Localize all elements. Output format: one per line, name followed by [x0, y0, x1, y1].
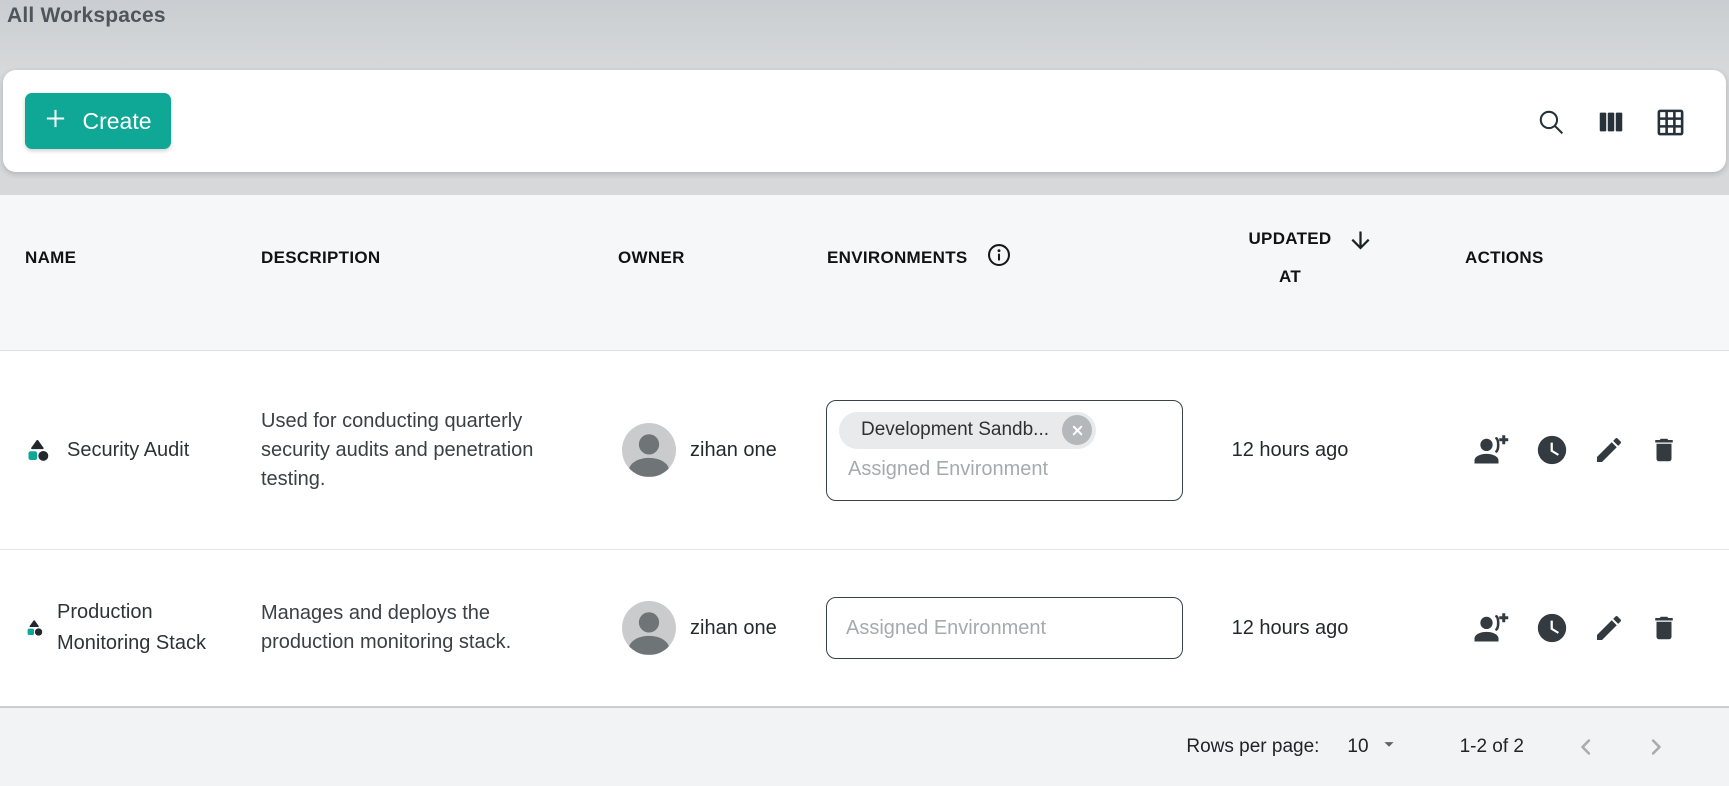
environment-select[interactable]: Assigned Environment [826, 597, 1183, 659]
table-row: Security Audit Used for conducting quart… [0, 351, 1729, 550]
view-columns-icon[interactable] [1596, 107, 1626, 137]
column-header-actions: ACTIONS [1395, 248, 1729, 298]
workspace-icon [25, 437, 52, 464]
pagination-bar: Rows per page: 10 1-2 of 2 [0, 707, 1729, 786]
environment-chip-label: Development Sandb... [861, 419, 1049, 441]
assign-user-icon[interactable] [1471, 432, 1511, 468]
grid-view-icon[interactable] [1655, 107, 1686, 138]
info-icon[interactable] [986, 242, 1012, 273]
workspaces-page: All Workspaces Create [0, 0, 1729, 786]
table-row: Production Monitoring Stack Manages and … [0, 550, 1729, 707]
pagination-range: 1-2 of 2 [1460, 736, 1524, 758]
sort-desc-arrow-icon [1347, 227, 1374, 268]
column-header-updated-at[interactable]: UPDATED AT [1185, 220, 1395, 326]
name-cell: Production Monitoring Stack [0, 597, 237, 659]
description-cell: Used for conducting quarterly security a… [237, 407, 593, 494]
workspace-icon [25, 618, 45, 638]
actions-cell [1395, 432, 1729, 468]
updated-at-line2: AT [1279, 258, 1301, 296]
owner-cell: zihan one [593, 601, 785, 655]
description-cell: Manages and deploys the production monit… [237, 599, 593, 657]
rows-per-page-value: 10 [1347, 736, 1368, 758]
remove-environment-icon[interactable] [1062, 415, 1092, 445]
workspaces-table: NAME DESCRIPTION OWNER ENVIRONMENTS UPDA… [0, 195, 1729, 786]
updated-at-line1: UPDATED [1248, 220, 1331, 258]
owner-name: zihan one [690, 617, 777, 640]
table-header-row: NAME DESCRIPTION OWNER ENVIRONMENTS UPDA… [0, 195, 1729, 351]
page-title: All Workspaces [7, 4, 166, 28]
caret-down-icon [1378, 733, 1400, 761]
environment-placeholder: Assigned Environment [848, 458, 1170, 481]
next-page-icon[interactable] [1642, 733, 1670, 761]
rows-per-page-select[interactable]: 10 [1347, 733, 1399, 761]
workspace-description: Manages and deploys the production monit… [261, 599, 531, 657]
environments-cell: Assigned Environment [785, 597, 1185, 659]
toolbar-icon-group [1536, 107, 1686, 138]
edit-icon[interactable] [1593, 434, 1625, 466]
workspace-name: Security Audit [67, 435, 189, 466]
search-icon[interactable] [1536, 107, 1567, 138]
environments-cell: Development Sandb... Assigned Environmen… [785, 400, 1185, 501]
environment-select[interactable]: Development Sandb... Assigned Environmen… [826, 400, 1183, 501]
history-icon[interactable] [1535, 611, 1569, 645]
create-button-label: Create [82, 108, 151, 135]
assign-user-icon[interactable] [1471, 610, 1511, 646]
avatar [622, 423, 676, 477]
history-icon[interactable] [1535, 433, 1569, 467]
updated-at-cell: 12 hours ago [1185, 439, 1395, 462]
environment-placeholder: Assigned Environment [846, 617, 1046, 640]
workspace-name: Production Monitoring Stack [57, 597, 227, 659]
column-header-description: DESCRIPTION [237, 248, 593, 298]
edit-icon[interactable] [1593, 612, 1625, 644]
updated-at-cell: 12 hours ago [1185, 617, 1395, 640]
avatar [622, 601, 676, 655]
previous-page-icon[interactable] [1572, 733, 1600, 761]
workspace-description: Used for conducting quarterly security a… [261, 407, 573, 494]
owner-name: zihan one [690, 439, 777, 462]
owner-cell: zihan one [593, 423, 785, 477]
column-header-name: NAME [0, 248, 237, 298]
plus-icon [44, 107, 67, 136]
environment-chip[interactable]: Development Sandb... [839, 412, 1096, 449]
rows-per-page-label: Rows per page: [1186, 736, 1319, 758]
column-header-environments-label: ENVIRONMENTS [827, 248, 968, 268]
actions-cell [1395, 610, 1729, 646]
create-button[interactable]: Create [25, 93, 171, 149]
column-header-environments: ENVIRONMENTS [785, 242, 1185, 303]
column-header-owner: OWNER [593, 248, 785, 298]
name-cell: Security Audit [0, 435, 237, 466]
delete-icon[interactable] [1649, 434, 1679, 466]
toolbar: Create [3, 70, 1726, 172]
delete-icon[interactable] [1649, 612, 1679, 644]
